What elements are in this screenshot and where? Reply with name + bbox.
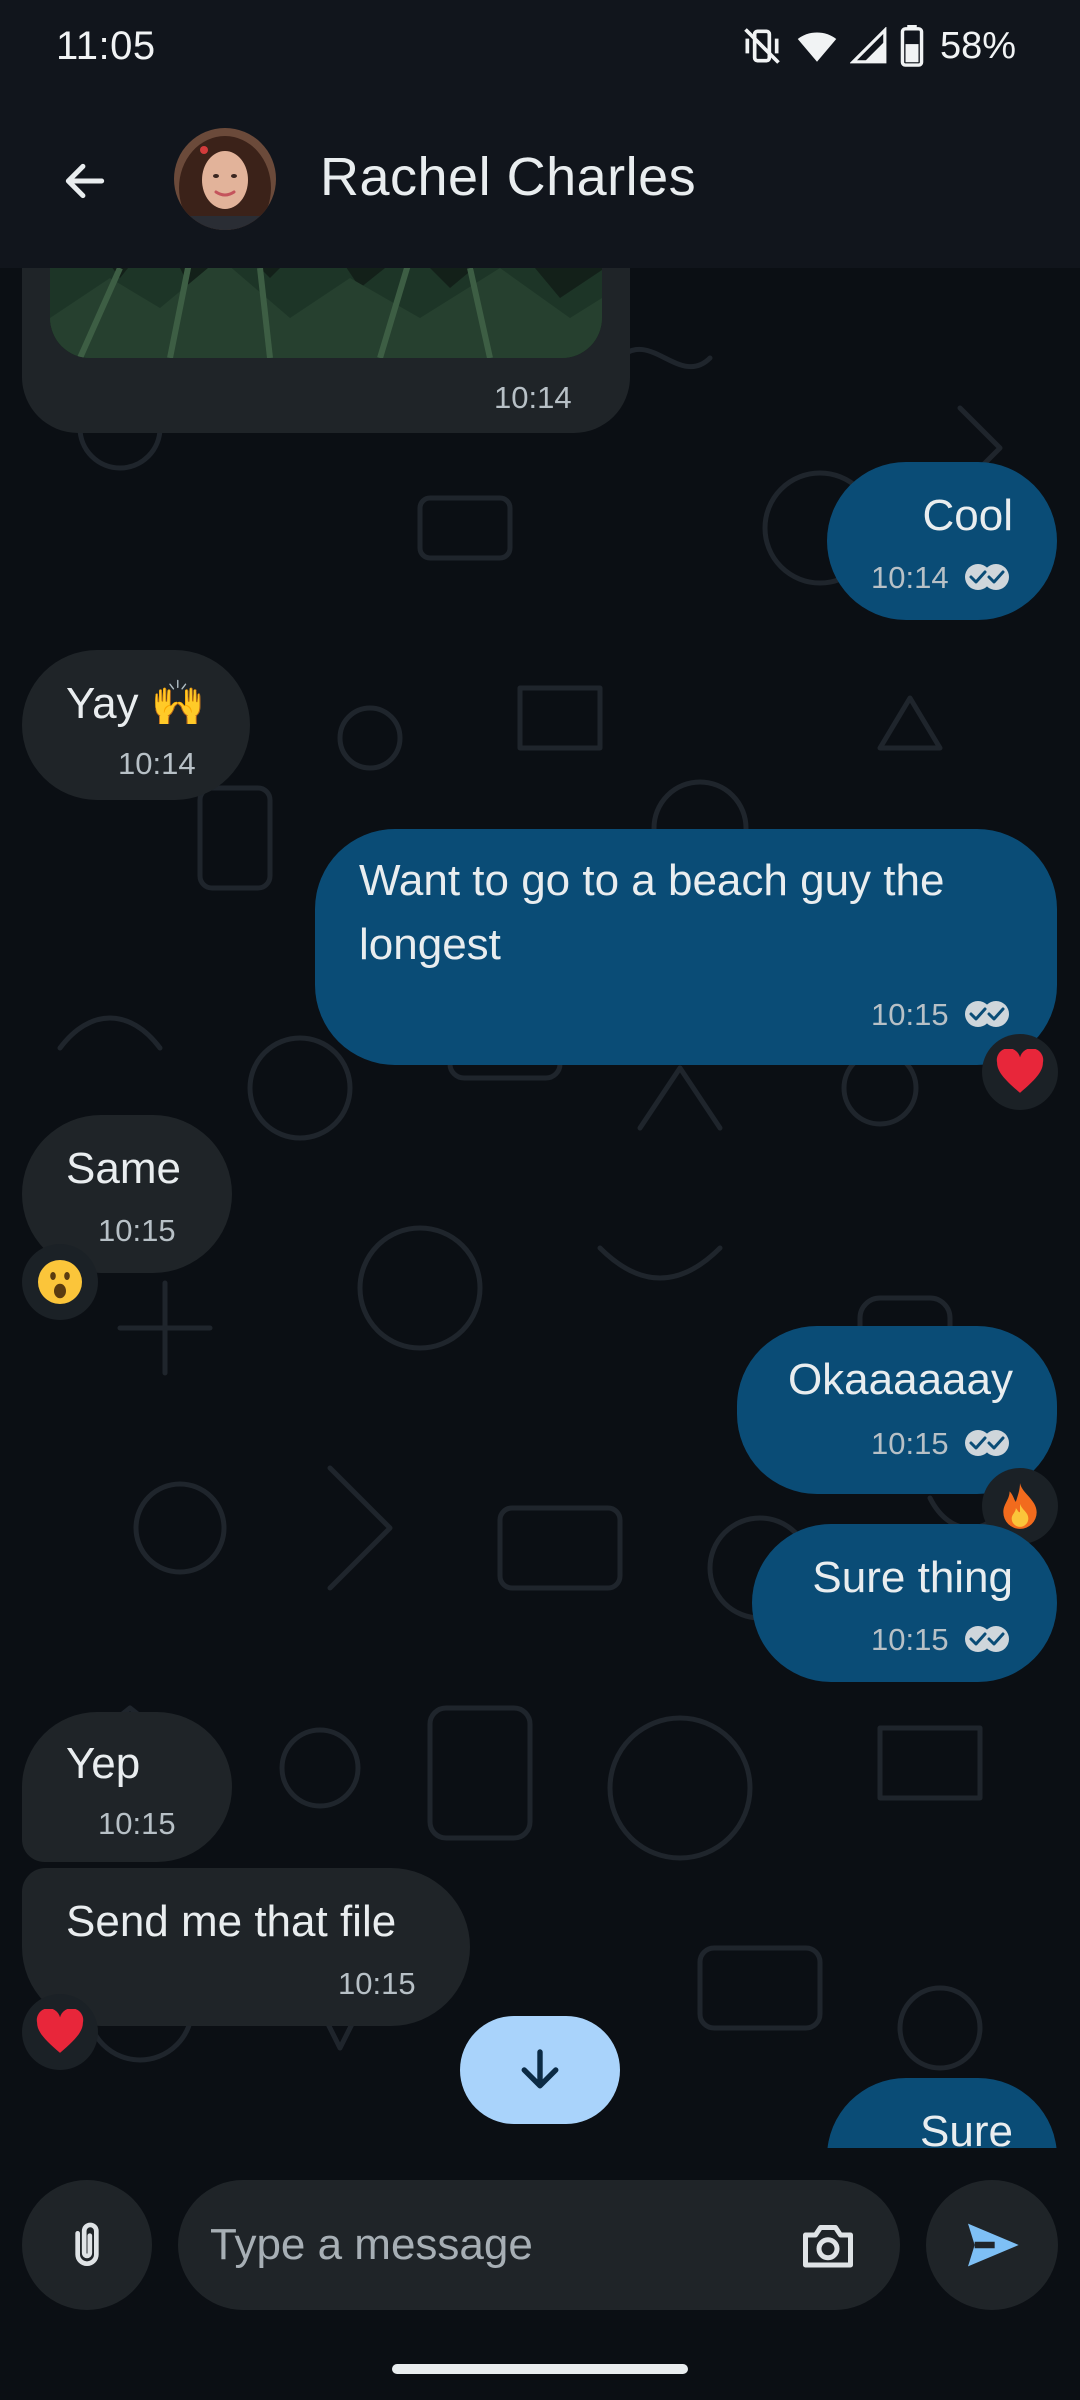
scroll-to-bottom-button[interactable] [460, 2016, 620, 2124]
message-text: Sure [920, 2107, 1013, 2148]
message-time: 10:15 [871, 1622, 949, 1657]
surprised-face-reaction-icon [38, 1260, 82, 1304]
message-time: 10:15 [98, 1213, 176, 1248]
message-text: Sure thing [812, 1553, 1013, 1602]
message-time: 10:14 [118, 746, 196, 781]
camera-button[interactable] [788, 2205, 868, 2285]
message-text: Okaaaaaay [787, 1355, 1013, 1404]
camera-icon [803, 2225, 853, 2268]
message-time: 10:15 [338, 1966, 416, 2001]
message-time: 10:14 [871, 560, 949, 595]
message-text: Yep [66, 1739, 141, 1788]
message-text-line-1: Want to go to a beach guy the [359, 856, 945, 905]
message-text: Send me that file [66, 1897, 397, 1946]
read-receipt-icon [965, 1626, 1009, 1652]
chat-header: Rachel Charles [0, 92, 1080, 268]
status-time: 11:05 [56, 23, 156, 68]
message-list[interactable]: 10:14 Cool 10:14 Yay 🙌 10:14 Want to go … [0, 268, 1080, 2148]
message-text: Cool [922, 491, 1014, 540]
heart-reaction-icon [996, 1049, 1044, 1093]
message-bubble[interactable]: Yep 10:15 [22, 1712, 232, 1862]
back-button[interactable] [42, 138, 128, 224]
message-field[interactable] [178, 2180, 900, 2310]
wifi-icon [796, 25, 838, 67]
read-receipt-icon [965, 564, 1009, 590]
message-time: 10:15 [871, 997, 949, 1032]
message-time: 10:15 [871, 1426, 949, 1461]
send-icon [968, 2223, 1019, 2267]
read-receipt-icon [965, 1430, 1009, 1456]
back-arrow-icon [65, 163, 105, 199]
contact-name[interactable]: Rachel Charles [320, 146, 696, 208]
chat-screen: 11:05 58% Rachel Charles 10:14 Cool 10:1… [0, 0, 1080, 2400]
read-receipt-icon [965, 1001, 1009, 1027]
vibrate-off-icon [740, 24, 784, 68]
message-time: 10:15 [98, 1806, 176, 1841]
attach-button[interactable] [22, 2180, 152, 2310]
message-reaction[interactable] [22, 1994, 98, 2070]
cell-signal-icon [849, 27, 888, 65]
message-time: 10:14 [494, 380, 572, 415]
home-indicator[interactable] [392, 2364, 688, 2374]
message-text-line-2: longest [359, 920, 501, 969]
battery-icon [900, 25, 924, 67]
message-bubble[interactable]: Sure thing 10:15 [752, 1524, 1057, 1682]
message-bubble[interactable]: Send me that file 10:15 [22, 1868, 470, 2026]
heart-reaction-icon [36, 2009, 84, 2053]
message-text: Same [66, 1144, 181, 1193]
composer-bar [0, 2148, 1080, 2400]
send-button[interactable] [926, 2180, 1058, 2310]
fire-reaction-icon [1003, 1483, 1037, 1529]
message-bubble[interactable]: Yay 🙌 10:14 [22, 650, 250, 800]
status-bar: 11:05 58% [0, 0, 1080, 92]
message-reaction[interactable] [22, 1244, 98, 1320]
avatar[interactable] [174, 128, 276, 230]
message-input[interactable] [208, 2180, 728, 2310]
message-reaction[interactable] [982, 1034, 1058, 1110]
battery-percent: 58% [939, 24, 1016, 67]
image-message-bubble[interactable]: 10:14 [22, 268, 630, 433]
status-icons: 58% [740, 24, 1016, 68]
arrow-down-icon [521, 2049, 559, 2089]
attach-icon [75, 2222, 99, 2266]
message-bubble[interactable]: Want to go to a beach guy the longest 10… [315, 829, 1057, 1065]
message-image[interactable] [50, 268, 602, 358]
message-text: Yay 🙌 [66, 679, 206, 728]
message-bubble[interactable]: Cool 10:14 [827, 462, 1057, 620]
